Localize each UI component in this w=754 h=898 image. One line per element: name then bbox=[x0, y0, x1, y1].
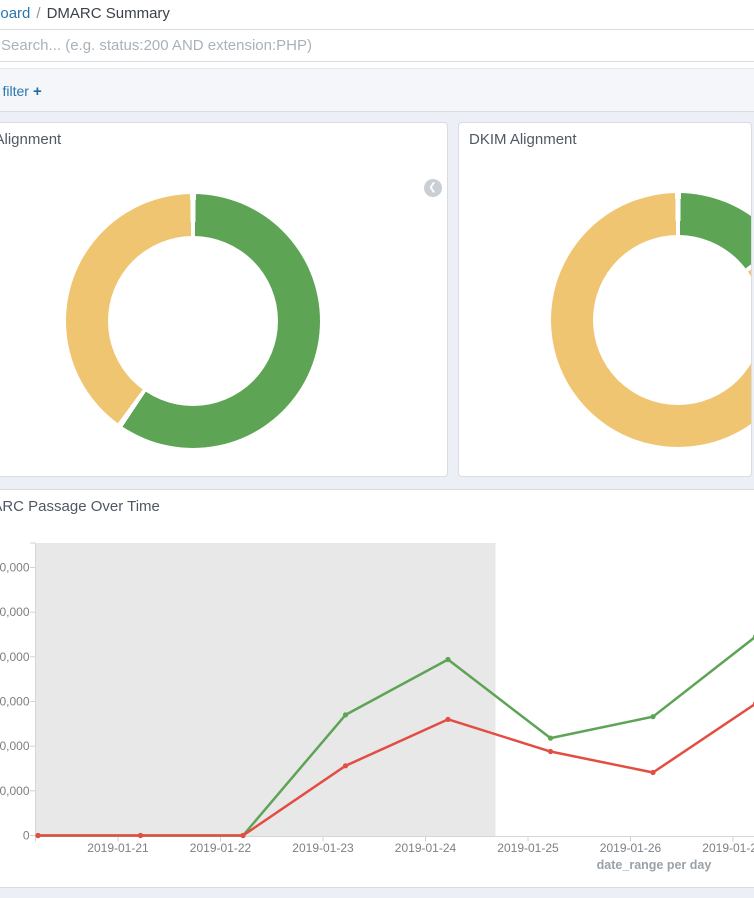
svg-text:10,000: 10,000 bbox=[0, 784, 30, 798]
svg-text:2019-01-23: 2019-01-23 bbox=[292, 841, 354, 855]
svg-text:0: 0 bbox=[23, 829, 30, 843]
svg-text:30,000: 30,000 bbox=[0, 694, 30, 708]
panel-dkim-alignment: DKIM Alignment bbox=[458, 122, 752, 477]
svg-text:2019-01-27: 2019-01-27 bbox=[702, 841, 754, 855]
breadcrumb-link-dashboard[interactable]: Dashboard bbox=[0, 5, 30, 22]
spf-donut-chart[interactable] bbox=[66, 194, 320, 448]
breadcrumb-current: DMARC Summary bbox=[47, 5, 170, 22]
breadcrumb-separator: / bbox=[30, 5, 46, 22]
panel-title-spf: SPF Alignment bbox=[0, 123, 447, 156]
breadcrumb-bar: Dashboard/DMARC Summary bbox=[0, 0, 754, 29]
search-input[interactable] bbox=[0, 30, 754, 61]
chevron-left-icon: ❮ bbox=[428, 183, 436, 193]
svg-text:2019-01-21: 2019-01-21 bbox=[87, 841, 149, 855]
add-filter-button[interactable]: Add a filter+ bbox=[0, 83, 42, 100]
donut-hole bbox=[108, 236, 278, 406]
add-filter-label: Add a filter bbox=[0, 83, 29, 99]
svg-text:50,000: 50,000 bbox=[0, 605, 30, 619]
donut-hole bbox=[593, 235, 752, 405]
svg-text:2019-01-22: 2019-01-22 bbox=[190, 841, 252, 855]
panel-title-dkim: DKIM Alignment bbox=[459, 123, 751, 156]
dashboard-page: Dashboard/DMARC Summary Add a filter+ SP… bbox=[0, 0, 754, 898]
svg-text:2019-01-25: 2019-01-25 bbox=[497, 841, 559, 855]
panel-spf-alignment: SPF Alignment ❮ bbox=[0, 122, 448, 477]
svg-text:2019-01-26: 2019-01-26 bbox=[600, 841, 662, 855]
dkim-donut-chart[interactable] bbox=[551, 193, 752, 447]
legend-collapse-button[interactable]: ❮ bbox=[424, 179, 442, 197]
breadcrumb: Dashboard/DMARC Summary bbox=[0, 5, 170, 22]
svg-text:date_range per day: date_range per day bbox=[597, 858, 712, 872]
dmarc-line-chart[interactable]: 0 10,000 20,000 30,000 40,000 50,000 60,000 201… bbox=[0, 530, 754, 898]
query-bar bbox=[0, 29, 754, 62]
svg-text:2019-01-24: 2019-01-24 bbox=[395, 841, 457, 855]
filter-bar: Add a filter+ bbox=[0, 68, 754, 112]
svg-text:20,000: 20,000 bbox=[0, 739, 30, 753]
svg-text:40,000: 40,000 bbox=[0, 650, 30, 664]
plus-icon: + bbox=[29, 83, 42, 100]
svg-text:60,000: 60,000 bbox=[0, 560, 30, 574]
panel-title-dmarc-passage: DMARC Passage Over Time bbox=[0, 490, 754, 523]
